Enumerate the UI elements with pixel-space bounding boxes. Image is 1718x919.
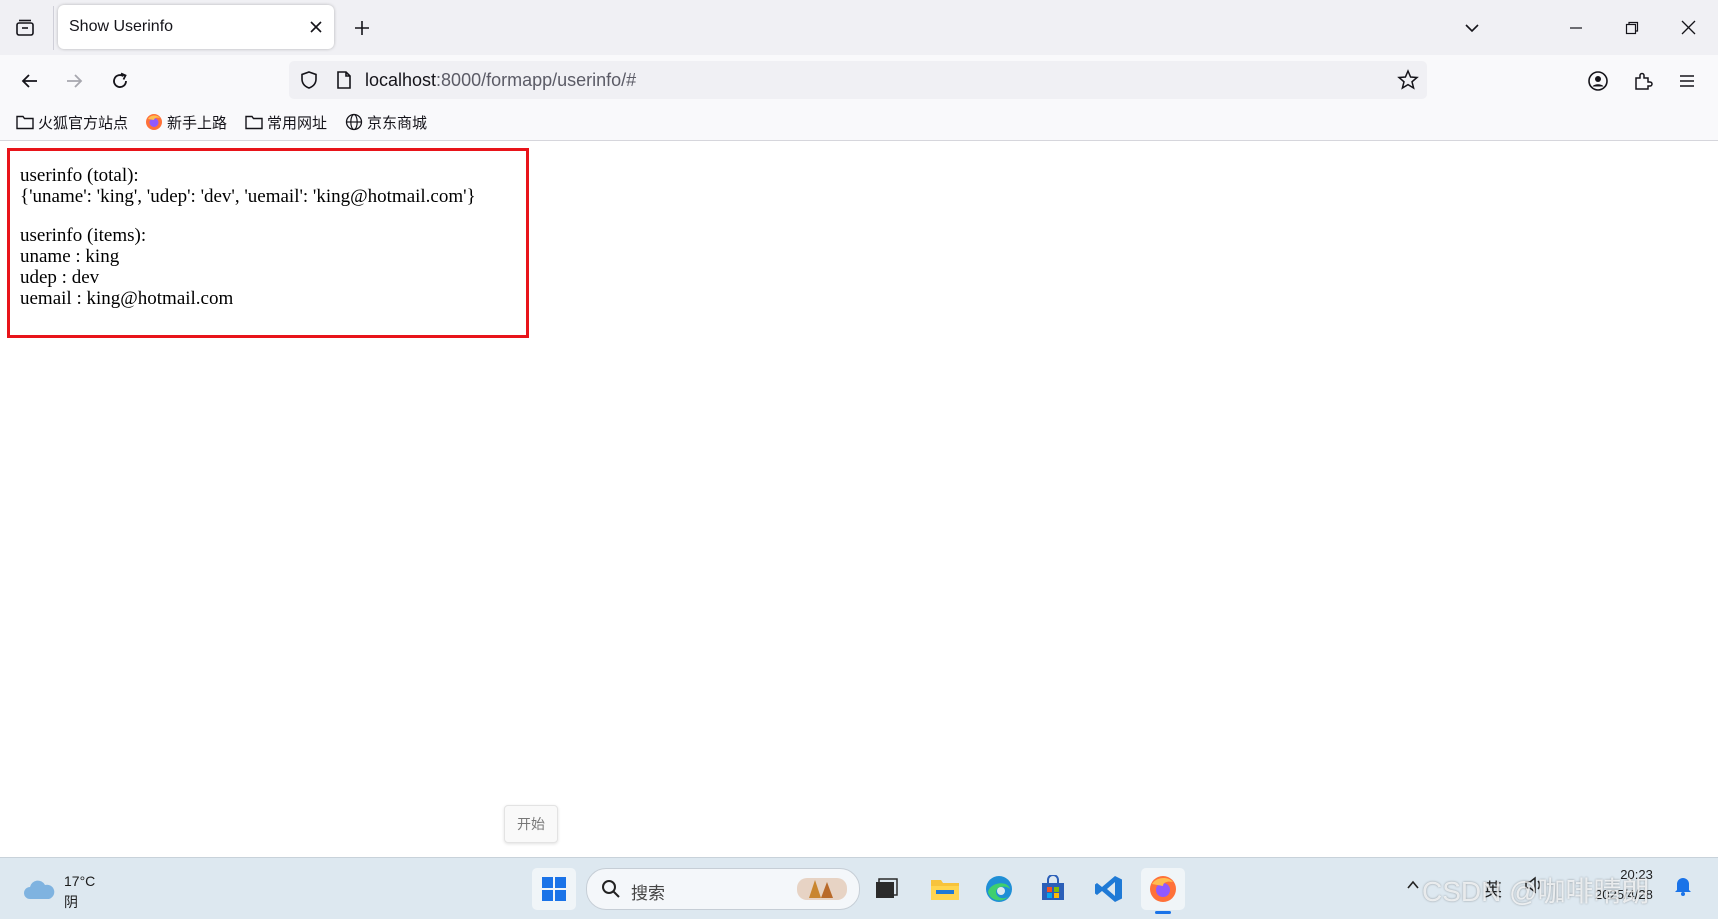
bookmark-label: 新手上路: [167, 114, 228, 132]
account-button[interactable]: [1582, 65, 1614, 97]
close-icon: [310, 21, 322, 33]
restore-icon: [1625, 21, 1639, 34]
page-content: userinfo (total): {'uname': 'king', 'ude…: [0, 141, 1718, 857]
item-udep: udep : dev: [20, 267, 100, 288]
folder-icon: [931, 880, 959, 900]
menu-button[interactable]: [1671, 65, 1703, 97]
tray-overflow-chevron[interactable]: [1406, 876, 1420, 897]
taskbar: 17°C 阴 搜索 英 20:23 2025/4/28 CSDN @咖啡晴朗: [0, 857, 1718, 919]
total-heading: userinfo (total):: [20, 165, 139, 186]
url-path: :8000/formapp/userinfo/#: [436, 70, 637, 90]
taskbar-search[interactable]: 搜索: [586, 868, 860, 910]
url-host: localhost: [365, 70, 437, 90]
start-button[interactable]: [532, 868, 576, 910]
tabs-dropdown-button[interactable]: [1458, 14, 1486, 42]
url-text[interactable]: localhost:8000/formapp/userinfo/#: [365, 70, 636, 91]
item-uname: uname : king: [20, 246, 120, 267]
address-bar[interactable]: localhost:8000/formapp/userinfo/#: [289, 61, 1427, 99]
bookmark-item[interactable]: 京东商城: [345, 111, 427, 133]
tab-strip: Show Userinfo: [0, 0, 1718, 55]
firefox-taskbar-button[interactable]: [1141, 868, 1185, 914]
extensions-button[interactable]: [1627, 65, 1659, 97]
search-highlight-image-icon: [797, 878, 847, 900]
globe-icon: [345, 113, 363, 131]
item-uemail: uemail : king@hotmail.com: [20, 288, 234, 309]
minimize-icon: [1570, 26, 1582, 29]
weather-desc: 阴: [64, 894, 78, 910]
puzzle-icon: [1635, 72, 1653, 90]
folder-icon: [245, 115, 263, 130]
chevron-down-icon: [1465, 24, 1479, 33]
tab-separator: [53, 6, 54, 50]
firefox-icon: [1150, 876, 1176, 902]
bookmark-label: 火狐官方站点: [38, 114, 129, 132]
active-app-indicator: [1155, 911, 1171, 914]
restore-button[interactable]: [1604, 0, 1660, 55]
hamburger-menu-icon: [1680, 75, 1694, 87]
back-button[interactable]: [14, 65, 46, 97]
task-view-icon: [876, 878, 898, 898]
active-tab[interactable]: Show Userinfo: [58, 5, 334, 49]
reload-button[interactable]: [104, 65, 136, 97]
search-placeholder: 搜索: [631, 884, 665, 903]
reload-icon: [113, 72, 127, 88]
total-value: {'uname': 'king', 'udep': 'dev', 'uemail…: [20, 186, 476, 207]
forward-button[interactable]: [58, 65, 90, 97]
search-icon: [602, 880, 620, 898]
start-tooltip: 开始: [504, 805, 558, 843]
file-explorer-button[interactable]: [923, 868, 967, 910]
notification-button[interactable]: [1674, 876, 1692, 901]
folder-icon: [16, 115, 34, 130]
star-icon[interactable]: [1397, 69, 1419, 91]
tab-list-icon: [16, 19, 34, 36]
store-icon: [1042, 875, 1064, 900]
cloud-icon: [24, 880, 55, 899]
bookmark-item[interactable]: 新手上路: [145, 111, 227, 133]
plus-icon: [355, 21, 369, 35]
vscode-icon: [1095, 876, 1122, 902]
chevron-up-icon: [1407, 880, 1419, 889]
weather-temp: 17°C: [64, 873, 96, 889]
new-tab-button[interactable]: [347, 13, 377, 43]
store-button[interactable]: [1031, 868, 1075, 910]
edge-icon: [986, 876, 1012, 902]
highlight-box: userinfo (total): {'uname': 'king', 'ude…: [7, 148, 529, 338]
account-icon: [1588, 71, 1608, 91]
shield-icon[interactable]: [299, 70, 319, 90]
bookmark-item[interactable]: 常用网址: [245, 111, 327, 133]
list-all-tabs-button[interactable]: [10, 14, 40, 42]
minimize-button[interactable]: [1548, 0, 1604, 55]
tab-title: Show Userinfo: [69, 18, 174, 35]
task-view-button[interactable]: [864, 868, 908, 910]
edge-browser-button[interactable]: [977, 868, 1021, 910]
vscode-button[interactable]: [1087, 868, 1131, 910]
arrow-right-icon: [67, 74, 83, 88]
weather-widget[interactable]: 17°C 阴: [22, 870, 102, 910]
close-icon: [1681, 20, 1695, 35]
bookmark-label: 京东商城: [367, 114, 428, 132]
bell-icon: [1675, 878, 1691, 896]
navigation-toolbar: localhost:8000/formapp/userinfo/#: [0, 55, 1718, 105]
bookmarks-toolbar: 火狐官方站点 新手上路 常用网址 京东商城: [0, 105, 1718, 141]
firefox-icon: [146, 114, 162, 130]
page-info-icon[interactable]: [334, 70, 354, 90]
watermark-text: CSDN @咖啡晴朗: [1422, 876, 1650, 907]
items-heading: userinfo (items):: [20, 225, 147, 246]
bookmark-label: 常用网址: [267, 114, 328, 132]
bookmark-item[interactable]: 火狐官方站点: [16, 111, 128, 133]
arrow-left-icon: [21, 74, 37, 88]
tab-close-button[interactable]: [306, 17, 326, 37]
close-window-button[interactable]: [1660, 0, 1716, 55]
windows-logo-icon: [542, 877, 566, 901]
